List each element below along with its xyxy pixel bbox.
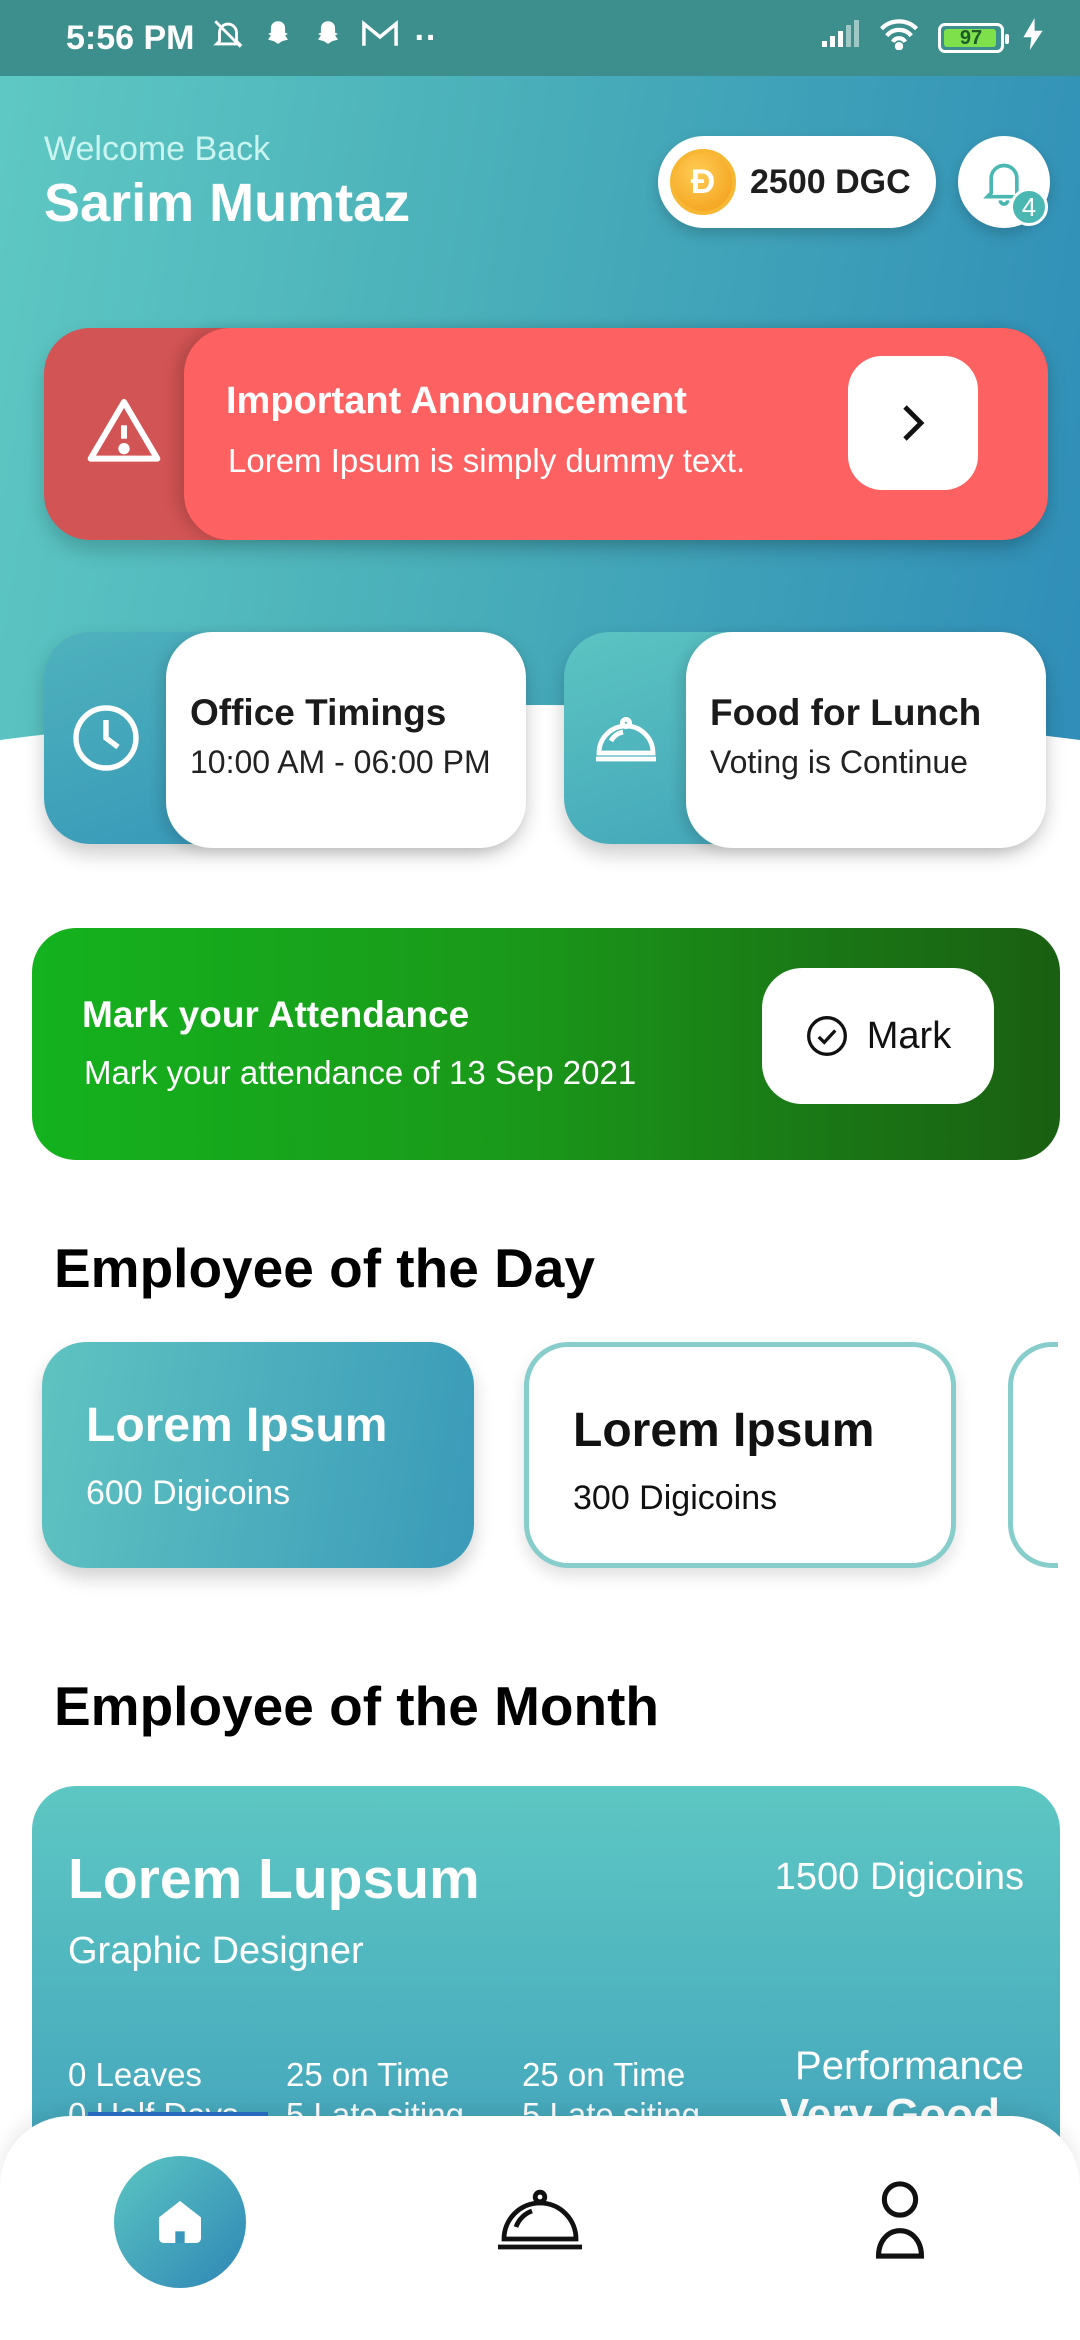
mute-bell-icon: [211, 17, 245, 60]
nav-profile-icon[interactable]: [874, 2178, 926, 2260]
office-timings-title: Office Timings: [190, 692, 447, 733]
office-timings-content: Office Timings 10:00 AM - 06:00 PM: [166, 632, 526, 848]
employee-of-day-card[interactable]: Lorem Ipsum 300 Digicoins: [524, 1342, 956, 1568]
employee-name: Lorem Ipsum: [86, 1399, 388, 1452]
battery-level: 97: [959, 26, 983, 49]
stat-on-time: 25 on Time: [522, 2056, 686, 2093]
announcement-title: Important Announcement: [226, 380, 687, 422]
employee-coins: 600 Digicoins: [86, 1474, 291, 1512]
coin-balance: 2500 DGC: [750, 162, 911, 201]
notification-count-badge: 4: [1010, 188, 1048, 226]
home-icon: [159, 2201, 201, 2243]
attendance-text: Mark your attendance of 13 Sep 2021: [84, 1054, 637, 1091]
status-bar: 5:56 PM ·· 97: [0, 0, 1080, 76]
office-timings-card[interactable]: Office Timings 10:00 AM - 06:00 PM: [44, 632, 526, 848]
announcement-open-button[interactable]: [848, 356, 978, 490]
bottom-navigation: [0, 2116, 1080, 2340]
signal-icon: [820, 19, 860, 58]
nav-home-button[interactable]: [114, 2156, 246, 2288]
mark-attendance-button[interactable]: Mark: [762, 968, 994, 1104]
charging-icon: [1022, 17, 1044, 59]
announcement-text: Lorem Ipsum is simply dummy text.: [228, 442, 746, 479]
food-for-lunch-title: Food for Lunch: [710, 692, 982, 733]
snapchat-icon: [311, 17, 345, 60]
month-employee-coins: 1500 Digicoins: [774, 1856, 1024, 1898]
notifications-button[interactable]: 4: [958, 136, 1050, 228]
user-name: Sarim Mumtaz: [44, 173, 411, 233]
performance-label: Performance: [795, 2044, 1024, 2088]
gmail-icon: [361, 19, 399, 58]
chevron-right-icon: [903, 405, 925, 441]
employee-name: Lorem Ipsum: [573, 1404, 875, 1457]
clock-icon: [73, 705, 139, 771]
snapchat-icon: [261, 17, 295, 60]
month-employee-role: Graphic Designer: [68, 1930, 364, 1972]
coin-icon: Đ: [670, 149, 736, 215]
battery-icon: 97: [938, 23, 1009, 53]
food-cloche-icon: [596, 717, 656, 762]
announcement-card[interactable]: Important Announcement Lorem Ipsum is si…: [44, 328, 1048, 540]
stat-on-time: 25 on Time: [286, 2056, 450, 2093]
employee-of-day-title: Employee of the Day: [54, 1237, 595, 1299]
wifi-icon: [878, 18, 920, 59]
office-timings-hours: 10:00 AM - 06:00 PM: [190, 744, 491, 780]
employee-coins: 300 Digicoins: [573, 1479, 778, 1517]
warning-icon: [87, 399, 161, 462]
announcement-content: Important Announcement Lorem Ipsum is si…: [184, 328, 1048, 540]
food-for-lunch-card[interactable]: Food for Lunch Voting is Continue: [564, 632, 1046, 848]
food-for-lunch-content: Food for Lunch Voting is Continue: [686, 632, 1046, 848]
check-circle-icon: [806, 1016, 847, 1056]
scroll-edge-mask: [1058, 1320, 1080, 1600]
attendance-banner: Mark your Attendance Mark your attendanc…: [32, 928, 1060, 1160]
month-employee-name: Lorem Lupsum: [68, 1847, 480, 1911]
stat-leaves: 0 Leaves: [68, 2056, 202, 2093]
food-for-lunch-status: Voting is Continue: [710, 744, 968, 780]
status-time: 5:56 PM: [66, 18, 195, 57]
attendance-title: Mark your Attendance: [82, 994, 470, 1035]
employee-of-month-title: Employee of the Month: [54, 1675, 659, 1737]
mark-button-label: Mark: [866, 1014, 952, 1057]
welcome-label: Welcome Back: [44, 130, 271, 168]
nav-lunch-icon[interactable]: [496, 2184, 584, 2254]
employee-of-day-card[interactable]: Lorem Ipsum 600 Digicoins: [42, 1342, 474, 1568]
more-dots-icon: ··: [414, 18, 438, 57]
coin-balance-pill[interactable]: Đ 2500 DGC: [658, 136, 936, 228]
